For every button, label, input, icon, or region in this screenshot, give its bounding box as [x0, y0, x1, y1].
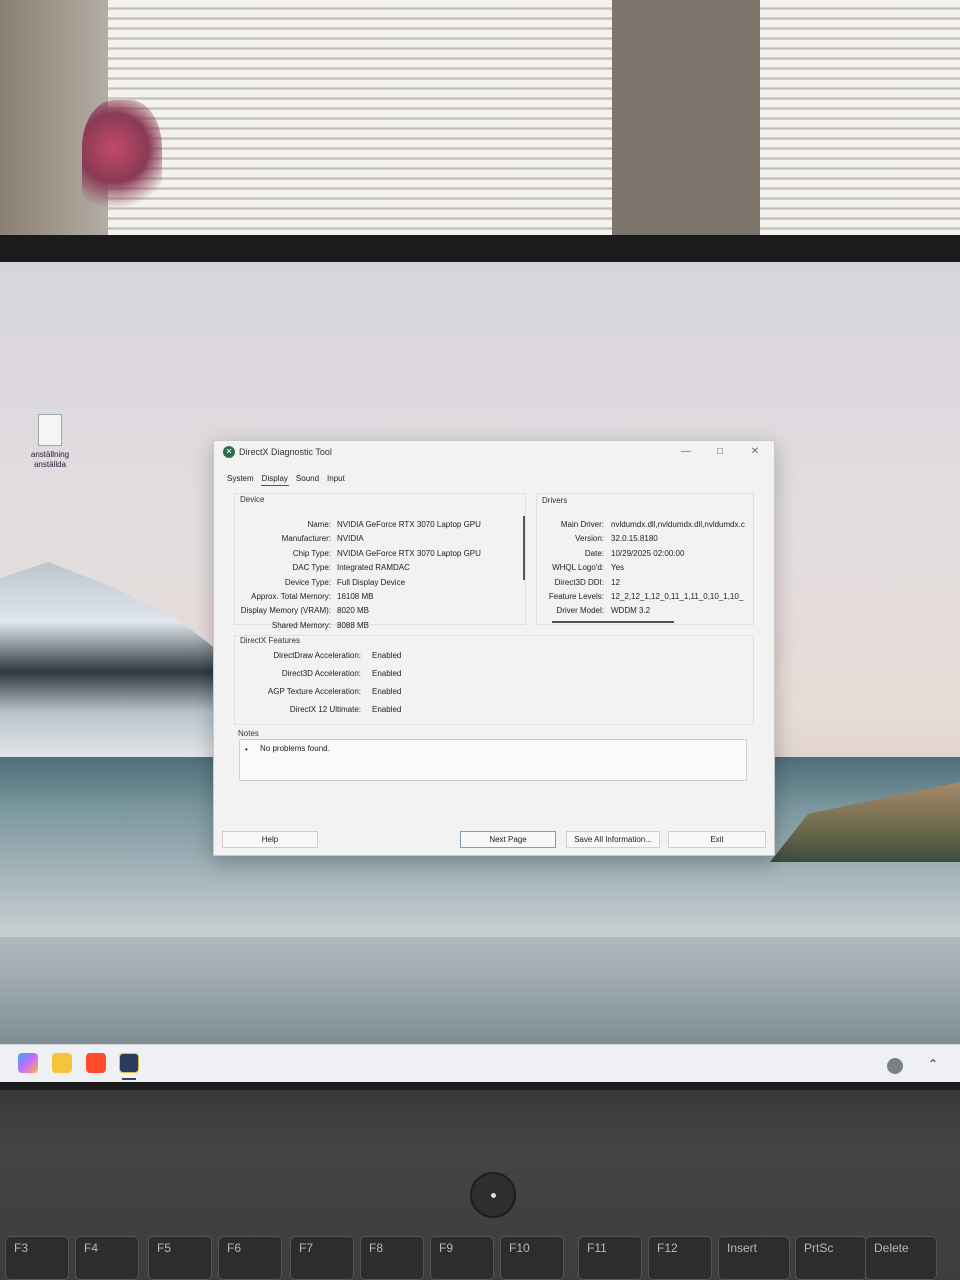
key-prtsc[interactable]: PrtSc: [795, 1236, 867, 1280]
save-all-button[interactable]: Save All Information...: [566, 831, 660, 848]
desktop-file-label: anställning anställda: [30, 450, 70, 469]
window-title: DirectX Diagnostic Tool: [239, 447, 332, 457]
exit-button[interactable]: Exit: [668, 831, 766, 848]
tab-display[interactable]: Display: [260, 472, 289, 486]
notes-bullet: •: [245, 745, 248, 754]
title-bar[interactable]: ✕ DirectX Diagnostic Tool — □ ✕: [214, 441, 774, 463]
row-label: Date:: [584, 548, 604, 558]
device-scrollbar[interactable]: [523, 516, 525, 580]
copilot-icon[interactable]: [18, 1053, 38, 1073]
wallpaper-mountain: [0, 562, 220, 762]
row-value: 12_2,12_1,12_0,11_1,11_0,10_1,10_: [611, 592, 744, 601]
help-button[interactable]: Help: [222, 831, 318, 848]
window-blind-right: [760, 0, 960, 235]
row-label: Main Driver:: [560, 520, 604, 529]
dxdiag-window: ✕ DirectX Diagnostic Tool — □ ✕ System D…: [213, 440, 775, 856]
row-value: nvldumdx.dll,nvldumdx.dll,nvldumdx.c: [611, 520, 745, 529]
row-value: 8088 MB: [337, 620, 370, 630]
key-f12[interactable]: F12: [648, 1236, 712, 1280]
key-insert[interactable]: Insert: [718, 1236, 790, 1280]
tray-weather-icon[interactable]: [887, 1058, 903, 1074]
file-icon: [38, 414, 62, 446]
row-label: Manufacturer:: [281, 534, 331, 544]
show-hidden-icons-chevron-up-icon[interactable]: ⌃: [928, 1057, 938, 1071]
row-value: Enabled: [372, 651, 402, 660]
row-label: Direct3D Acceleration:: [281, 669, 361, 678]
key-f9[interactable]: F9: [430, 1236, 494, 1280]
row-value: Full Display Device: [337, 577, 406, 587]
wall-between-windows: [612, 0, 760, 245]
minimize-button[interactable]: —: [672, 444, 700, 460]
features-section-title: DirectX Features: [240, 636, 301, 645]
row-value: 8020 MB: [337, 606, 370, 616]
key-f4[interactable]: F4: [75, 1236, 139, 1280]
device-panel: [234, 493, 526, 625]
tab-input[interactable]: Input: [326, 472, 346, 486]
key-f3[interactable]: F3: [5, 1236, 69, 1280]
active-app-indicator: [122, 1078, 136, 1080]
power-button[interactable]: [470, 1172, 516, 1218]
key-f11[interactable]: F11: [578, 1236, 642, 1280]
row-value: 32.0.15.8180: [611, 534, 658, 544]
row-value: 10/29/2025 02:00:00: [611, 548, 685, 558]
key-delete[interactable]: Delete: [865, 1236, 937, 1280]
dxdiag-app-icon: ✕: [223, 446, 235, 458]
desktop-file-icon[interactable]: anställning anställda: [22, 414, 78, 470]
notes-text: No problems found.: [260, 744, 330, 753]
row-label: DirectDraw Acceleration:: [273, 651, 361, 660]
key-f5[interactable]: F5: [148, 1236, 212, 1280]
key-f8[interactable]: F8: [360, 1236, 424, 1280]
row-label: Approx. Total Memory:: [251, 592, 331, 601]
drivers-panel: [536, 493, 754, 625]
close-button[interactable]: ✕: [741, 444, 769, 460]
row-label: Device Type:: [284, 577, 331, 587]
row-value: NVIDIA GeForce RTX 3070 Laptop GPU: [337, 548, 481, 558]
row-value: Integrated RAMDAC: [337, 563, 410, 573]
row-label: AGP Texture Acceleration:: [267, 687, 361, 696]
drivers-scrollbar[interactable]: [552, 621, 674, 623]
function-key-row: F3 F4 F5 F6 F7 F8 F9 F10 F11 F12 Insert PrtSc Delete: [0, 1236, 960, 1280]
laptop-screen: anställning anställda ✕ DirectX Diagnost…: [0, 262, 960, 1082]
next-page-button[interactable]: Next Page: [460, 831, 556, 848]
device-section-title: Device: [240, 495, 265, 504]
key-f6[interactable]: F6: [218, 1236, 282, 1280]
row-label: Driver Model:: [556, 606, 604, 616]
key-f10[interactable]: F10: [500, 1236, 564, 1280]
notes-box: • No problems found.: [239, 739, 747, 781]
drivers-section-title: Drivers: [542, 496, 568, 505]
row-label: Display Memory (VRAM):: [240, 606, 331, 616]
room-background: [0, 0, 960, 245]
row-value: Enabled: [372, 669, 402, 678]
dxdiag-taskbar-icon[interactable]: [119, 1053, 139, 1073]
row-value: 16108 MB: [337, 592, 374, 601]
row-value: Enabled: [372, 687, 402, 696]
tab-sound[interactable]: Sound: [295, 472, 320, 486]
hanging-plant: [82, 100, 162, 220]
row-value: 12: [611, 577, 620, 587]
row-value: NVIDIA GeForce RTX 3070 Laptop GPU: [337, 520, 481, 529]
row-label: WHQL Logo'd:: [552, 563, 604, 573]
row-label: Direct3D DDI:: [554, 577, 604, 587]
row-label: Chip Type:: [292, 548, 331, 558]
row-label: DirectX 12 Ultimate:: [289, 705, 361, 714]
row-label: Shared Memory:: [271, 620, 331, 630]
window-blind-left: [108, 0, 613, 235]
row-label: DAC Type:: [292, 563, 331, 573]
tab-bar: System Display Sound Input: [226, 472, 346, 486]
row-value: Enabled: [372, 705, 402, 714]
row-label: Name:: [307, 520, 331, 529]
tab-system[interactable]: System: [226, 472, 255, 486]
file-explorer-icon[interactable]: [52, 1053, 72, 1073]
brave-browser-icon[interactable]: [86, 1053, 106, 1073]
row-label: Version:: [575, 534, 604, 544]
row-value: NVIDIA: [337, 534, 364, 544]
row-label: Feature Levels:: [548, 592, 604, 601]
taskbar: ⌃: [0, 1044, 960, 1082]
key-f7[interactable]: F7: [290, 1236, 354, 1280]
maximize-button[interactable]: □: [706, 444, 734, 460]
row-value: WDDM 3.2: [611, 606, 651, 616]
row-value: Yes: [611, 563, 625, 573]
notes-section-title: Notes: [238, 729, 259, 738]
